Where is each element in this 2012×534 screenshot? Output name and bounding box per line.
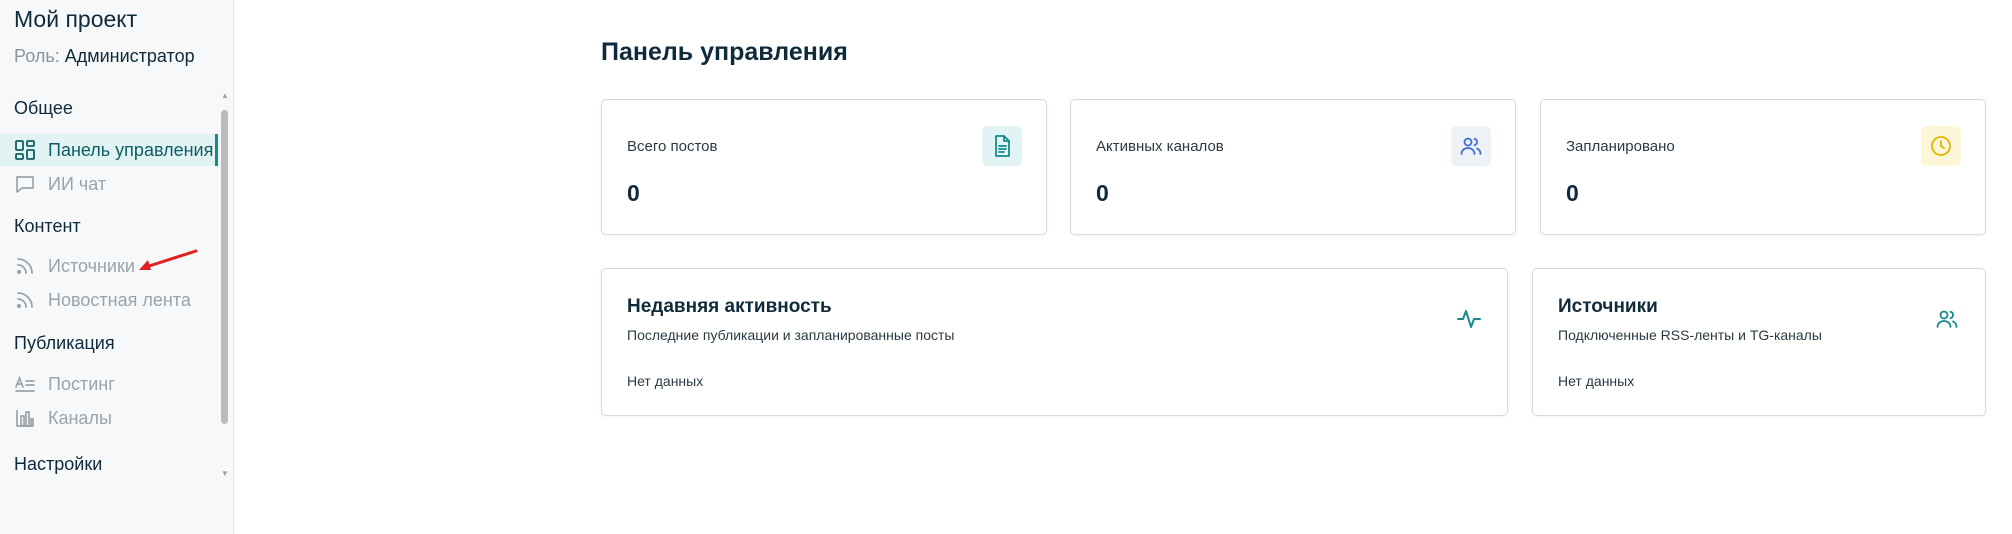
stat-label: Запланировано (1566, 138, 1675, 155)
stat-label: Активных каналов (1096, 138, 1224, 155)
project-title[interactable]: Мой проект (14, 6, 137, 33)
sidebar-item-label: ИИ чат (48, 173, 107, 194)
group-label-general: Общее (14, 98, 73, 118)
sidebar-item-news-feed[interactable]: Новостная лента (0, 284, 218, 316)
stat-card-active-channels: Активных каналов 0 (1070, 99, 1516, 235)
sidebar-scrollbar[interactable]: ▲ ▼ (218, 92, 232, 478)
empty-state-text: Нет данных (627, 373, 704, 389)
stat-card-scheduled: Запланировано 0 (1540, 99, 1986, 235)
card-subtitle: Подключенные RSS-ленты и TG-каналы (1558, 327, 1822, 343)
role-label: Роль: (14, 46, 60, 66)
sources-card: Источники Подключенные RSS-ленты и TG-ка… (1532, 268, 1986, 416)
card-title: Источники (1558, 296, 1658, 317)
sidebar-item-label: Панель управления (48, 139, 214, 160)
rss-icon (14, 289, 36, 311)
sidebar-item-label: Новостная лента (48, 289, 191, 310)
card-subtitle: Последние публикации и запланированные п… (627, 327, 955, 343)
text-format-icon (14, 373, 36, 395)
group-label-publishing: Публикация (14, 333, 115, 353)
role-value: Администратор (64, 46, 195, 66)
chat-bubble-icon (14, 173, 36, 195)
sidebar-item-dashboard[interactable]: Панель управления (0, 134, 218, 166)
page-title: Панель управления (601, 38, 848, 66)
group-label-settings: Настройки (14, 454, 103, 474)
sidebar-item-ai-chat[interactable]: ИИ чат (0, 168, 218, 200)
scroll-up-arrow-icon[interactable]: ▲ (221, 92, 229, 100)
empty-state-text: Нет данных (1558, 373, 1635, 389)
dashboard-grid-icon (14, 139, 36, 161)
users-icon (1933, 305, 1961, 333)
rss-icon (14, 255, 36, 277)
sidebar-item-posting[interactable]: Постинг (0, 368, 218, 400)
bar-chart-icon (14, 407, 36, 429)
document-icon (982, 126, 1022, 166)
sidebar: Мой проект Роль: Администратор Общее Пан… (0, 0, 234, 534)
stat-value: 0 (1096, 180, 1109, 206)
stat-value: 0 (1566, 180, 1579, 206)
users-icon (1451, 126, 1491, 166)
sidebar-item-label: Источники (48, 255, 135, 276)
group-label-content: Контент (14, 216, 81, 236)
sidebar-nav: Общее Панель управления ИИ чат Контент И… (0, 90, 232, 480)
scroll-down-arrow-icon[interactable]: ▼ (221, 470, 229, 478)
stat-value: 0 (627, 180, 640, 206)
clock-icon (1921, 126, 1961, 166)
red-annotation-arrow-icon (139, 249, 198, 270)
activity-pulse-icon (1455, 305, 1483, 333)
recent-activity-card: Недавняя активность Последние публикации… (601, 268, 1508, 416)
scroll-thumb[interactable] (221, 110, 228, 424)
role-line: Роль: Администратор (14, 46, 195, 67)
stat-label: Всего постов (627, 138, 718, 155)
sidebar-item-channels[interactable]: Каналы (0, 402, 218, 434)
sidebar-item-label: Каналы (48, 407, 112, 428)
app-window: Мой проект Роль: Администратор Общее Пан… (0, 0, 2012, 534)
sidebar-item-label: Постинг (48, 373, 115, 394)
card-title: Недавняя активность (627, 296, 832, 317)
stat-card-total-posts: Всего постов 0 (601, 99, 1047, 235)
